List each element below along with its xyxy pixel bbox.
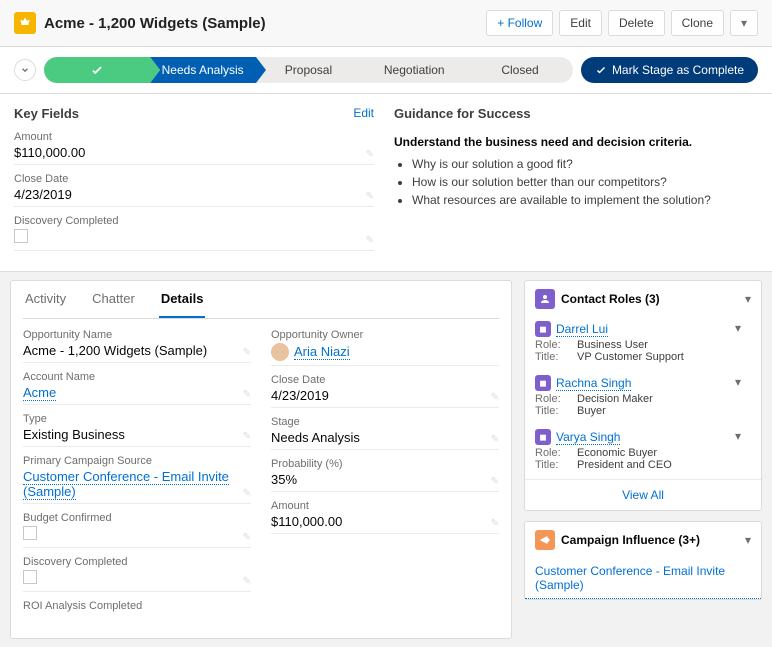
key-fields-title: Key Fields — [14, 106, 79, 121]
amount-field-2[interactable]: Amount$110,000.00✎ — [271, 500, 499, 534]
record-detail-panel: Activity Chatter Details Opportunity Nam… — [10, 280, 512, 639]
card-menu-button[interactable]: ▾ — [745, 292, 751, 306]
contact-icon: ◼ — [535, 429, 551, 445]
contact-item: ◼Darrel Lui▾ Role:Business User Title:VP… — [525, 317, 761, 371]
pencil-icon: ✎ — [243, 532, 251, 543]
path-stages: Needs Analysis Proposal Negotiation Clos… — [44, 57, 573, 83]
key-fields-section: Key Fields Edit Amount $110,000.00 ✎ Clo… — [14, 106, 374, 259]
guidance-item: Why is our solution a good fit? — [412, 155, 758, 173]
discovery-field[interactable]: Discovery Completed✎ — [23, 556, 251, 592]
guidance-heading: Understand the business need and decisio… — [394, 135, 758, 149]
amount-field[interactable]: Amount $110,000.00 ✎ — [14, 131, 374, 165]
follow-button[interactable]: + Follow — [486, 10, 553, 36]
clone-button[interactable]: Clone — [671, 10, 724, 36]
path-toggle-button[interactable] — [14, 59, 36, 81]
owner-field[interactable]: Opportunity OwnerAria Niazi — [271, 329, 499, 366]
tab-chatter[interactable]: Chatter — [90, 281, 137, 318]
path-stage-needs-analysis[interactable]: Needs Analysis — [150, 57, 256, 83]
delete-button[interactable]: Delete — [608, 10, 665, 36]
pencil-icon: ✎ — [366, 235, 374, 246]
contact-icon: ◼ — [535, 321, 551, 337]
path-stage-closed[interactable]: Closed — [467, 57, 573, 83]
edit-button[interactable]: Edit — [559, 10, 602, 36]
title-area: Acme - 1,200 Widgets (Sample) — [14, 12, 266, 34]
path-stage-proposal[interactable]: Proposal — [256, 57, 362, 83]
sales-path-row: Needs Analysis Proposal Negotiation Clos… — [0, 47, 772, 94]
discovery-completed-field[interactable]: Discovery Completed ✎ — [14, 215, 374, 251]
opportunity-icon — [14, 12, 36, 34]
guidance-section: Guidance for Success Understand the busi… — [394, 106, 758, 259]
type-field[interactable]: TypeExisting Business✎ — [23, 413, 251, 447]
key-fields-edit-link[interactable]: Edit — [353, 106, 374, 121]
guidance-list: Why is our solution a good fit? How is o… — [394, 155, 758, 209]
tab-details[interactable]: Details — [159, 281, 206, 318]
pencil-icon: ✎ — [491, 434, 499, 445]
contact-link[interactable]: Varya Singh — [556, 430, 620, 445]
checkbox[interactable] — [23, 526, 37, 540]
pencil-icon: ✎ — [243, 347, 251, 358]
pencil-icon: ✎ — [243, 576, 251, 587]
pencil-icon: ✎ — [491, 476, 499, 487]
budget-field[interactable]: Budget Confirmed✎ — [23, 512, 251, 548]
check-icon — [90, 63, 104, 77]
campaign-influence-title: Campaign Influence (3+) — [561, 533, 700, 547]
card-menu-button[interactable]: ▾ — [745, 533, 751, 547]
more-actions-button[interactable]: ▾ — [730, 10, 758, 36]
account-field[interactable]: Account NameAcme✎ — [23, 371, 251, 405]
pencil-icon: ✎ — [243, 488, 251, 499]
close-date-field-2[interactable]: Close Date4/23/2019✎ — [271, 374, 499, 408]
pencil-icon: ✎ — [491, 518, 499, 529]
checkbox[interactable] — [14, 229, 28, 243]
guidance-item: What resources are available to implemen… — [412, 191, 758, 209]
header-actions: + Follow Edit Delete Clone ▾ — [486, 10, 758, 36]
record-title: Acme - 1,200 Widgets (Sample) — [44, 15, 266, 32]
contact-link[interactable]: Rachna Singh — [556, 376, 631, 391]
contact-roles-card: Contact Roles (3) ▾ ◼Darrel Lui▾ Role:Bu… — [524, 280, 762, 511]
pencil-icon: ✎ — [366, 149, 374, 160]
owner-link[interactable]: Aria Niazi — [294, 344, 350, 360]
pencil-icon: ✎ — [243, 389, 251, 400]
view-all-link[interactable]: View All — [525, 479, 761, 510]
stage-field[interactable]: StageNeeds Analysis✎ — [271, 416, 499, 450]
avatar — [271, 343, 289, 361]
contact-item: ◼Varya Singh▾ Role:Economic Buyer Title:… — [525, 425, 761, 479]
account-link[interactable]: Acme — [23, 385, 56, 401]
check-icon — [595, 64, 607, 76]
campaign-influence-card: Campaign Influence (3+) ▾ Customer Confe… — [524, 521, 762, 600]
campaign-influence-link[interactable]: Customer Conference - Email Invite (Samp… — [525, 558, 761, 599]
pencil-icon: ✎ — [366, 191, 374, 202]
pencil-icon: ✎ — [243, 431, 251, 442]
detail-tabs: Activity Chatter Details — [23, 281, 499, 319]
contact-menu-button[interactable]: ▾ — [735, 375, 741, 389]
campaign-field[interactable]: Primary Campaign SourceCustomer Conferen… — [23, 455, 251, 504]
probability-field[interactable]: Probability (%)35%✎ — [271, 458, 499, 492]
contact-link[interactable]: Darrel Lui — [556, 322, 608, 337]
pencil-icon: ✎ — [491, 392, 499, 403]
contact-menu-button[interactable]: ▾ — [735, 429, 741, 443]
opp-name-field[interactable]: Opportunity NameAcme - 1,200 Widgets (Sa… — [23, 329, 251, 363]
path-stage-negotiation[interactable]: Negotiation — [361, 57, 467, 83]
guidance-title: Guidance for Success — [394, 106, 758, 121]
mark-stage-complete-button[interactable]: Mark Stage as Complete — [581, 57, 758, 83]
campaign-icon — [535, 530, 555, 550]
campaign-link[interactable]: Customer Conference - Email Invite (Samp… — [23, 469, 229, 500]
page-header: Acme - 1,200 Widgets (Sample) + Follow E… — [0, 0, 772, 47]
contacts-icon — [535, 289, 555, 309]
path-stage-done[interactable] — [44, 57, 150, 83]
contact-roles-title: Contact Roles (3) — [561, 292, 660, 306]
checkbox[interactable] — [23, 570, 37, 584]
roi-field[interactable]: ROI Analysis Completed — [23, 600, 251, 618]
contact-icon: ◼ — [535, 375, 551, 391]
tab-activity[interactable]: Activity — [23, 281, 68, 318]
close-date-field[interactable]: Close Date 4/23/2019 ✎ — [14, 173, 374, 207]
contact-item: ◼Rachna Singh▾ Role:Decision Maker Title… — [525, 371, 761, 425]
guidance-item: How is our solution better than our comp… — [412, 173, 758, 191]
contact-menu-button[interactable]: ▾ — [735, 321, 741, 335]
